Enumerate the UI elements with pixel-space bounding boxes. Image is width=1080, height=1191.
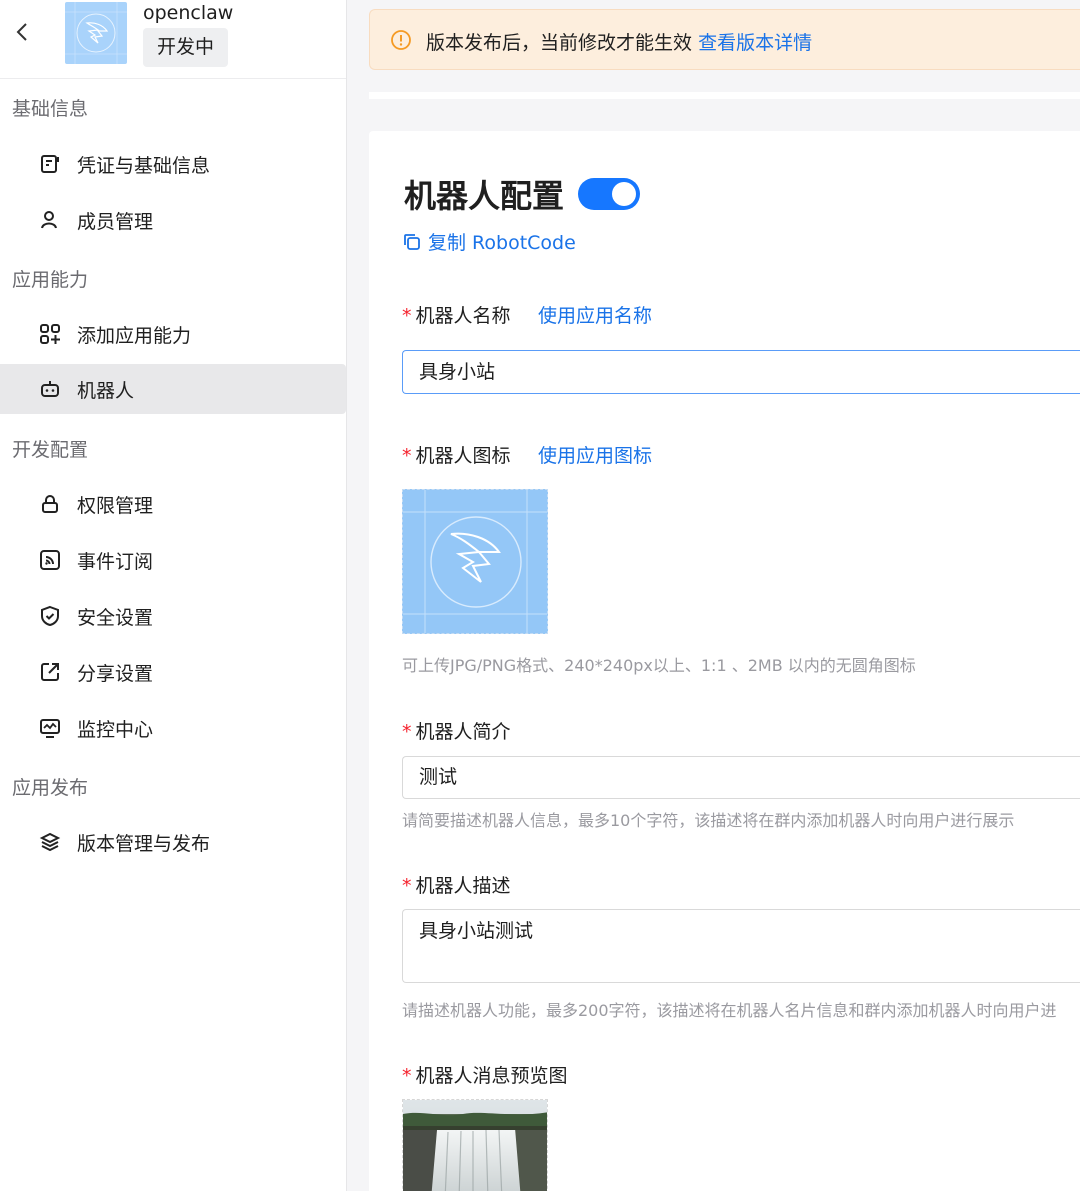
sidebar-item-label: 监控中心 [77,718,154,741]
sidebar-item-credentials[interactable]: 凭证与基础信息 [0,139,346,189]
required-mark: * [402,445,412,467]
wing-logo-icon [65,2,127,64]
robot-intro-input[interactable]: 测试 [402,756,1080,799]
copy-robotcode-button[interactable]: 复制 RobotCode [402,228,576,255]
robot-icon [39,378,61,400]
robot-icon-label-text: 机器人图标 [415,445,511,467]
credential-icon [39,153,61,175]
info-icon [391,30,411,50]
release-notice: 版本发布后，当前修改才能生效 查看版本详情 [369,9,1080,70]
sidebar-item-label: 安全设置 [77,606,154,629]
user-icon [39,209,61,231]
page-title: 机器人配置 [404,177,565,215]
sidebar-item-events[interactable]: 事件订阅 [0,535,346,585]
required-mark: * [402,875,412,897]
section-title-basic: 基础信息 [12,98,89,120]
sidebar-item-label: 凭证与基础信息 [77,154,211,177]
app-status-badge: 开发中 [143,28,229,67]
sidebar-item-label: 权限管理 [77,494,154,517]
section-title-release: 应用发布 [12,777,89,799]
layers-icon [39,831,61,853]
sidebar-item-add-capability[interactable]: 添加应用能力 [0,309,346,359]
wing-logo-icon [403,490,547,633]
robot-name-label: * 机器人名称 [402,301,511,328]
sidebar: openclaw 开发中 基础信息 凭证与基础信息 成员管理 应用能力 添加应用… [0,0,347,1191]
add-capability-icon [39,323,61,345]
robot-config-card: 机器人配置 复制 RobotCode * 机器人名称 使用应用名称 具身小站 * 机… [369,131,1080,1191]
sidebar-item-label: 成员管理 [77,210,154,233]
sidebar-item-monitor[interactable]: 监控中心 [0,703,346,753]
robot-icon-hint: 可上传JPG/PNG格式、240*240px以上、1:1 、2MB 以内的无圆角… [402,656,916,675]
section-title-dev-config: 开发配置 [12,439,89,461]
notice-message: 版本发布后，当前修改才能生效 [426,32,693,54]
toggle-knob [612,182,636,206]
robot-desc-label: * 机器人描述 [402,871,511,898]
sidebar-item-security[interactable]: 安全设置 [0,591,346,641]
copy-robotcode-label: 复制 RobotCode [428,232,576,254]
version-details-link[interactable]: 查看版本详情 [698,32,812,54]
share-icon [39,661,61,683]
robot-preview-label: * 机器人消息预览图 [402,1061,568,1088]
robot-name-label-text: 机器人名称 [415,305,511,327]
sidebar-item-label: 事件订阅 [77,550,154,573]
monitor-icon [39,717,61,739]
robot-enable-toggle[interactable] [578,178,640,210]
sidebar-item-members[interactable]: 成员管理 [0,195,346,245]
robot-preview-image-upload[interactable] [402,1099,548,1191]
required-mark: * [402,721,412,743]
rss-icon [39,549,61,571]
robot-preview-label-text: 机器人消息预览图 [415,1065,568,1087]
shield-icon [39,605,61,627]
robot-desc-textarea[interactable]: 具身小站测试 [402,909,1080,983]
required-mark: * [402,1065,412,1087]
robot-intro-hint: 请简要描述机器人信息，最多10个字符，该描述将在群内添加机器人时向用户进行展示 [402,811,1015,830]
robot-desc-hint: 请描述机器人功能，最多200字符，该描述将在机器人名片信息和群内添加机器人时向用… [402,1001,1057,1020]
sidebar-item-versions[interactable]: 版本管理与发布 [0,817,346,867]
content-divider [369,92,1080,99]
sidebar-item-label: 版本管理与发布 [77,832,211,855]
use-app-name-link[interactable]: 使用应用名称 [538,301,652,328]
section-title-capability: 应用能力 [12,269,89,291]
sidebar-item-label: 添加应用能力 [77,324,192,347]
app-name: openclaw [143,2,234,24]
app-logo [65,2,127,64]
required-mark: * [402,305,412,327]
robot-intro-label: * 机器人简介 [402,717,511,744]
sidebar-item-robot[interactable]: 机器人 [0,364,346,414]
app-header: openclaw 开发中 [0,0,346,79]
use-app-icon-link[interactable]: 使用应用图标 [538,441,652,468]
sidebar-item-share[interactable]: 分享设置 [0,647,346,697]
robot-icon-upload[interactable] [402,489,548,634]
robot-intro-label-text: 机器人简介 [415,721,511,743]
robot-icon-label: * 机器人图标 [402,441,511,468]
sidebar-item-label: 机器人 [77,379,135,402]
notice-text: 版本发布后，当前修改才能生效 查看版本详情 [426,28,812,55]
back-button[interactable] [8,18,36,46]
sidebar-item-permissions[interactable]: 权限管理 [0,479,346,529]
sidebar-item-label: 分享设置 [77,662,154,685]
robot-name-input[interactable]: 具身小站 [402,350,1080,394]
robot-desc-label-text: 机器人描述 [415,875,511,897]
copy-icon [404,233,420,250]
lock-icon [39,493,61,515]
chevron-left-icon [16,23,27,41]
waterfall-preview-image [403,1100,547,1191]
